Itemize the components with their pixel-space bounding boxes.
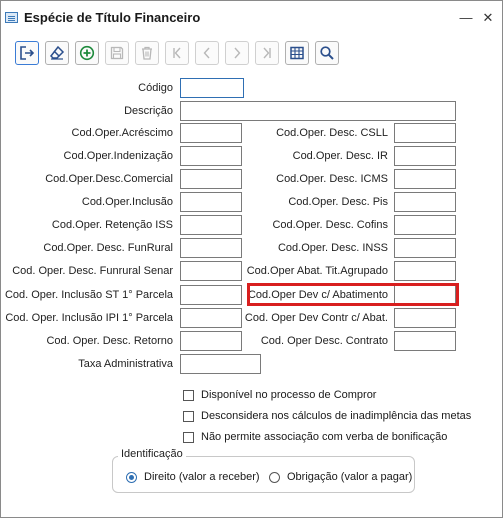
dev-abatimento-field[interactable] — [394, 285, 456, 305]
desc-contrato-field[interactable] — [394, 331, 456, 351]
inclusao-ipi-label: Cod. Oper. Inclusão IPI 1° Parcela — [5, 312, 173, 324]
desc-pis-label: Cod.Oper. Desc. Pis — [288, 196, 388, 208]
desc-retorno-label: Cod. Oper. Desc. Retorno — [46, 335, 173, 347]
dialog-window: Espécie de Título Financeiro — ✕ Código … — [0, 0, 503, 518]
dev-contr-abat-label: Cod. Oper Dev Contr c/ Abat. — [244, 312, 388, 324]
title-bar: Espécie de Título Financeiro — ✕ — [1, 1, 502, 33]
close-icon: ✕ — [482, 10, 494, 25]
desc-funrural-field[interactable] — [180, 238, 242, 258]
last-record-button[interactable] — [255, 41, 279, 65]
descricao-field[interactable] — [180, 101, 456, 121]
compror-checkbox[interactable] — [183, 389, 194, 401]
exit-icon — [20, 46, 35, 60]
desc-comercial-field[interactable] — [180, 169, 242, 189]
dev-contr-abat-field[interactable] — [394, 308, 456, 328]
add-button[interactable] — [75, 41, 99, 65]
next-record-button[interactable] — [225, 41, 249, 65]
bonificacao-checkbox-row[interactable]: Não permite associação com verba de boni… — [183, 429, 447, 445]
desc-cofins-field[interactable] — [394, 215, 456, 235]
save-button[interactable] — [105, 41, 129, 65]
inclusao-st-field[interactable] — [180, 285, 242, 305]
acrescimo-label: Cod.Oper.Acréscimo — [71, 127, 173, 139]
direito-radio[interactable] — [126, 471, 137, 483]
direito-radio-label: Direito (valor a receber) — [144, 471, 260, 483]
dev-abatimento-label: Cod.Oper Dev c/ Abatimento — [247, 289, 388, 301]
inclusao-ipi-field[interactable] — [180, 308, 242, 328]
table-view-icon — [290, 46, 304, 60]
codigo-field[interactable] — [180, 78, 244, 98]
bonificacao-checkbox[interactable] — [183, 431, 194, 443]
desc-ir-label: Cod.Oper. Desc. IR — [292, 150, 388, 162]
desc-csll-label: Cod.Oper. Desc. CSLL — [276, 127, 388, 139]
window-title: Espécie de Título Financeiro — [24, 10, 201, 25]
obrigacao-radio-row[interactable]: Obrigação (valor a pagar) — [269, 469, 412, 485]
desc-inss-label: Cod.Oper. Desc. INSS — [277, 242, 388, 254]
table-view-button[interactable] — [285, 41, 309, 65]
desc-funrural-label: Cod.Oper. Desc. FunRural — [43, 242, 173, 254]
next-record-icon — [234, 47, 241, 59]
desc-comercial-label: Cod.Oper.Desc.Comercial — [45, 173, 173, 185]
first-record-button[interactable] — [165, 41, 189, 65]
abat-tit-agrupado-label: Cod.Oper Abat. Tit.Agrupado — [246, 265, 388, 277]
desc-funrural-senar-field[interactable] — [180, 261, 242, 281]
inclusao-label: Cod.Oper.Inclusão — [81, 196, 173, 208]
abat-tit-agrupado-field[interactable] — [394, 261, 456, 281]
inclusao-field[interactable] — [180, 192, 242, 212]
descricao-label: Descrição — [124, 105, 173, 117]
inclusao-st-label: Cod. Oper. Inclusão ST 1° Parcela — [4, 289, 173, 301]
obrigacao-radio-label: Obrigação (valor a pagar) — [287, 471, 413, 483]
first-record-icon — [173, 47, 181, 59]
indenizacao-field[interactable] — [180, 146, 242, 166]
trash-icon — [142, 46, 152, 60]
close-button[interactable]: ✕ — [481, 11, 495, 25]
save-icon — [110, 46, 124, 60]
desc-contrato-label: Cod. Oper Desc. Contrato — [260, 335, 388, 347]
minimize-button[interactable]: — — [459, 11, 473, 25]
toolbar — [1, 39, 502, 67]
acrescimo-field[interactable] — [180, 123, 242, 143]
desc-csll-field[interactable] — [394, 123, 456, 143]
previous-record-icon — [203, 47, 210, 59]
delete-button[interactable] — [135, 41, 159, 65]
app-icon — [5, 12, 18, 23]
taxa-administrativa-label: Taxa Administrativa — [78, 358, 173, 370]
eraser-icon — [50, 45, 65, 60]
minimize-icon: — — [459, 10, 473, 25]
retencao-iss-label: Cod.Oper. Retenção ISS — [51, 219, 173, 231]
indenizacao-label: Cod.Oper.Indenização — [63, 150, 173, 162]
compror-checkbox-row[interactable]: Disponível no processo de Compror — [183, 387, 376, 403]
obrigacao-radio[interactable] — [269, 471, 280, 483]
search-button[interactable] — [315, 41, 339, 65]
desc-retorno-field[interactable] — [180, 331, 242, 351]
previous-record-button[interactable] — [195, 41, 219, 65]
taxa-administrativa-field[interactable] — [180, 354, 261, 374]
add-icon — [79, 45, 95, 61]
desc-icms-label: Cod.Oper. Desc. ICMS — [276, 173, 388, 185]
desc-pis-field[interactable] — [394, 192, 456, 212]
codigo-label: Código — [138, 82, 173, 94]
inadimplencia-checkbox-label: Desconsidera nos cálculos de inadimplênc… — [201, 410, 472, 422]
exit-button[interactable] — [15, 41, 39, 65]
desc-funrural-senar-label: Cod. Oper. Desc. Funrural Senar — [12, 265, 173, 277]
search-icon — [320, 46, 334, 60]
inadimplencia-checkbox[interactable] — [183, 410, 194, 422]
direito-radio-row[interactable]: Direito (valor a receber) — [126, 469, 260, 485]
desc-icms-field[interactable] — [394, 169, 456, 189]
desc-ir-field[interactable] — [394, 146, 456, 166]
desc-cofins-label: Cod.Oper. Desc. Cofins — [272, 219, 388, 231]
bonificacao-checkbox-label: Não permite associação com verba de boni… — [201, 431, 448, 443]
identificacao-legend: Identificação — [118, 448, 186, 460]
last-record-icon — [263, 47, 271, 59]
compror-checkbox-label: Disponível no processo de Compror — [201, 389, 377, 401]
clear-button[interactable] — [45, 41, 69, 65]
retencao-iss-field[interactable] — [180, 215, 242, 235]
desc-inss-field[interactable] — [394, 238, 456, 258]
inadimplencia-checkbox-row[interactable]: Desconsidera nos cálculos de inadimplênc… — [183, 408, 471, 424]
